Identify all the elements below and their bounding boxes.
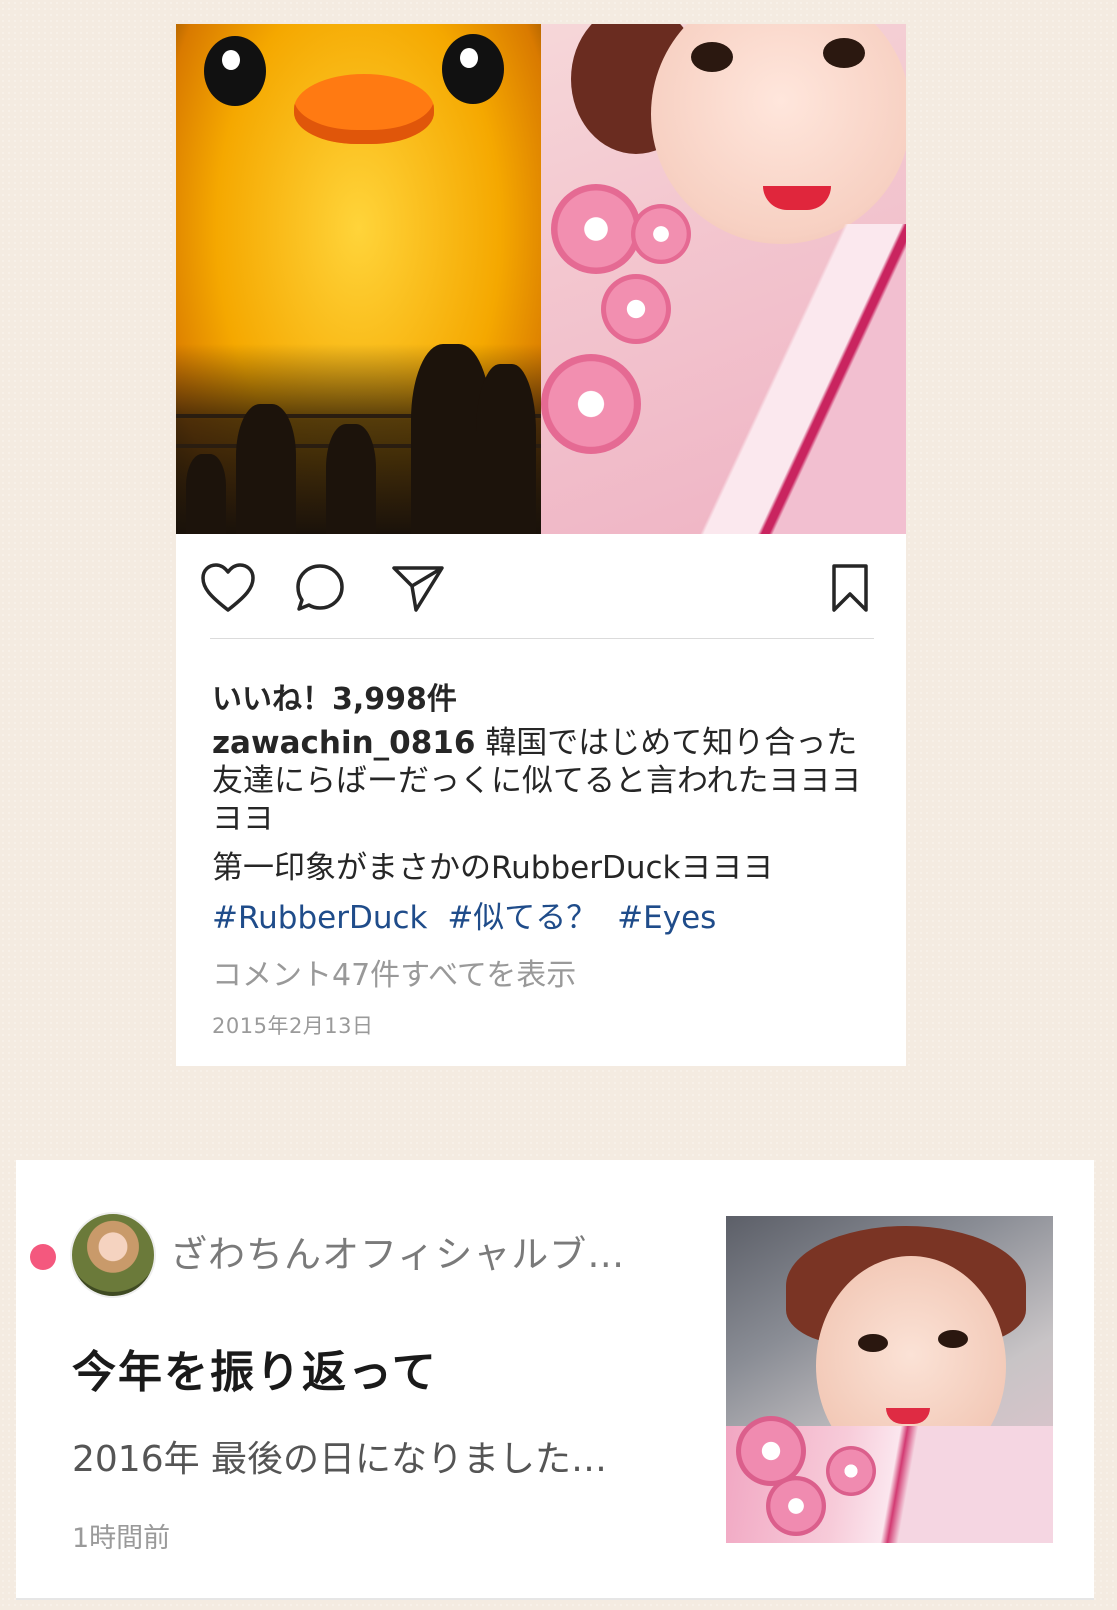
divider xyxy=(210,638,874,639)
duck-beak xyxy=(294,74,434,144)
article-thumbnail[interactable] xyxy=(726,1216,1053,1543)
avatar[interactable] xyxy=(70,1212,156,1298)
kimono-selfie-photo xyxy=(541,24,906,534)
article-timestamp: 1時間前 xyxy=(72,1523,171,1554)
hashtag[interactable]: #RubberDuck xyxy=(212,900,427,936)
duck-eye-right xyxy=(442,34,504,104)
share-icon[interactable] xyxy=(390,562,446,614)
post-action-bar xyxy=(176,534,906,634)
card-divider xyxy=(16,1598,1094,1600)
heart-icon[interactable] xyxy=(200,562,256,614)
hashtag-list: #RubberDuck #似てる？ #Eyes xyxy=(212,892,726,937)
like-count[interactable]: いいね！3,998件 xyxy=(212,674,457,718)
duck-eye-left xyxy=(204,36,266,106)
caption-line-2: 第一印象がまさかのRubberDuckヨヨヨ xyxy=(212,850,774,886)
comment-icon[interactable] xyxy=(294,562,346,614)
hashtag[interactable]: #似てる？ xyxy=(447,900,597,936)
article-excerpt: 2016年 最後の日になりました… xyxy=(72,1439,608,1480)
post-username[interactable]: zawachin_0816 xyxy=(212,725,475,761)
hashtag[interactable]: #Eyes xyxy=(617,900,716,936)
post-date: 2015年2月13日 xyxy=(212,1014,374,1038)
blog-name[interactable]: ざわちんオフィシャルブ… xyxy=(170,1224,625,1278)
unread-dot xyxy=(30,1244,56,1270)
view-all-comments-link[interactable]: コメント47件すべてを表示 xyxy=(212,950,576,994)
instagram-post-card: いいね！3,998件 zawachin_0816 韓国ではじめて知り合った友達に… xyxy=(176,24,906,1066)
crowd-silhouette xyxy=(176,344,541,534)
blog-article-card[interactable]: ざわちんオフィシャルブ… 今年を振り返って 2016年 最後の日になりました… … xyxy=(16,1160,1094,1600)
bookmark-icon[interactable] xyxy=(830,562,870,614)
post-caption: zawachin_0816 韓国ではじめて知り合った友達にらばーだっくに似てると… xyxy=(212,724,872,838)
article-title[interactable]: 今年を振り返って xyxy=(72,1336,438,1400)
rubber-duck-photo xyxy=(176,24,541,534)
post-image-collage[interactable] xyxy=(176,24,906,534)
